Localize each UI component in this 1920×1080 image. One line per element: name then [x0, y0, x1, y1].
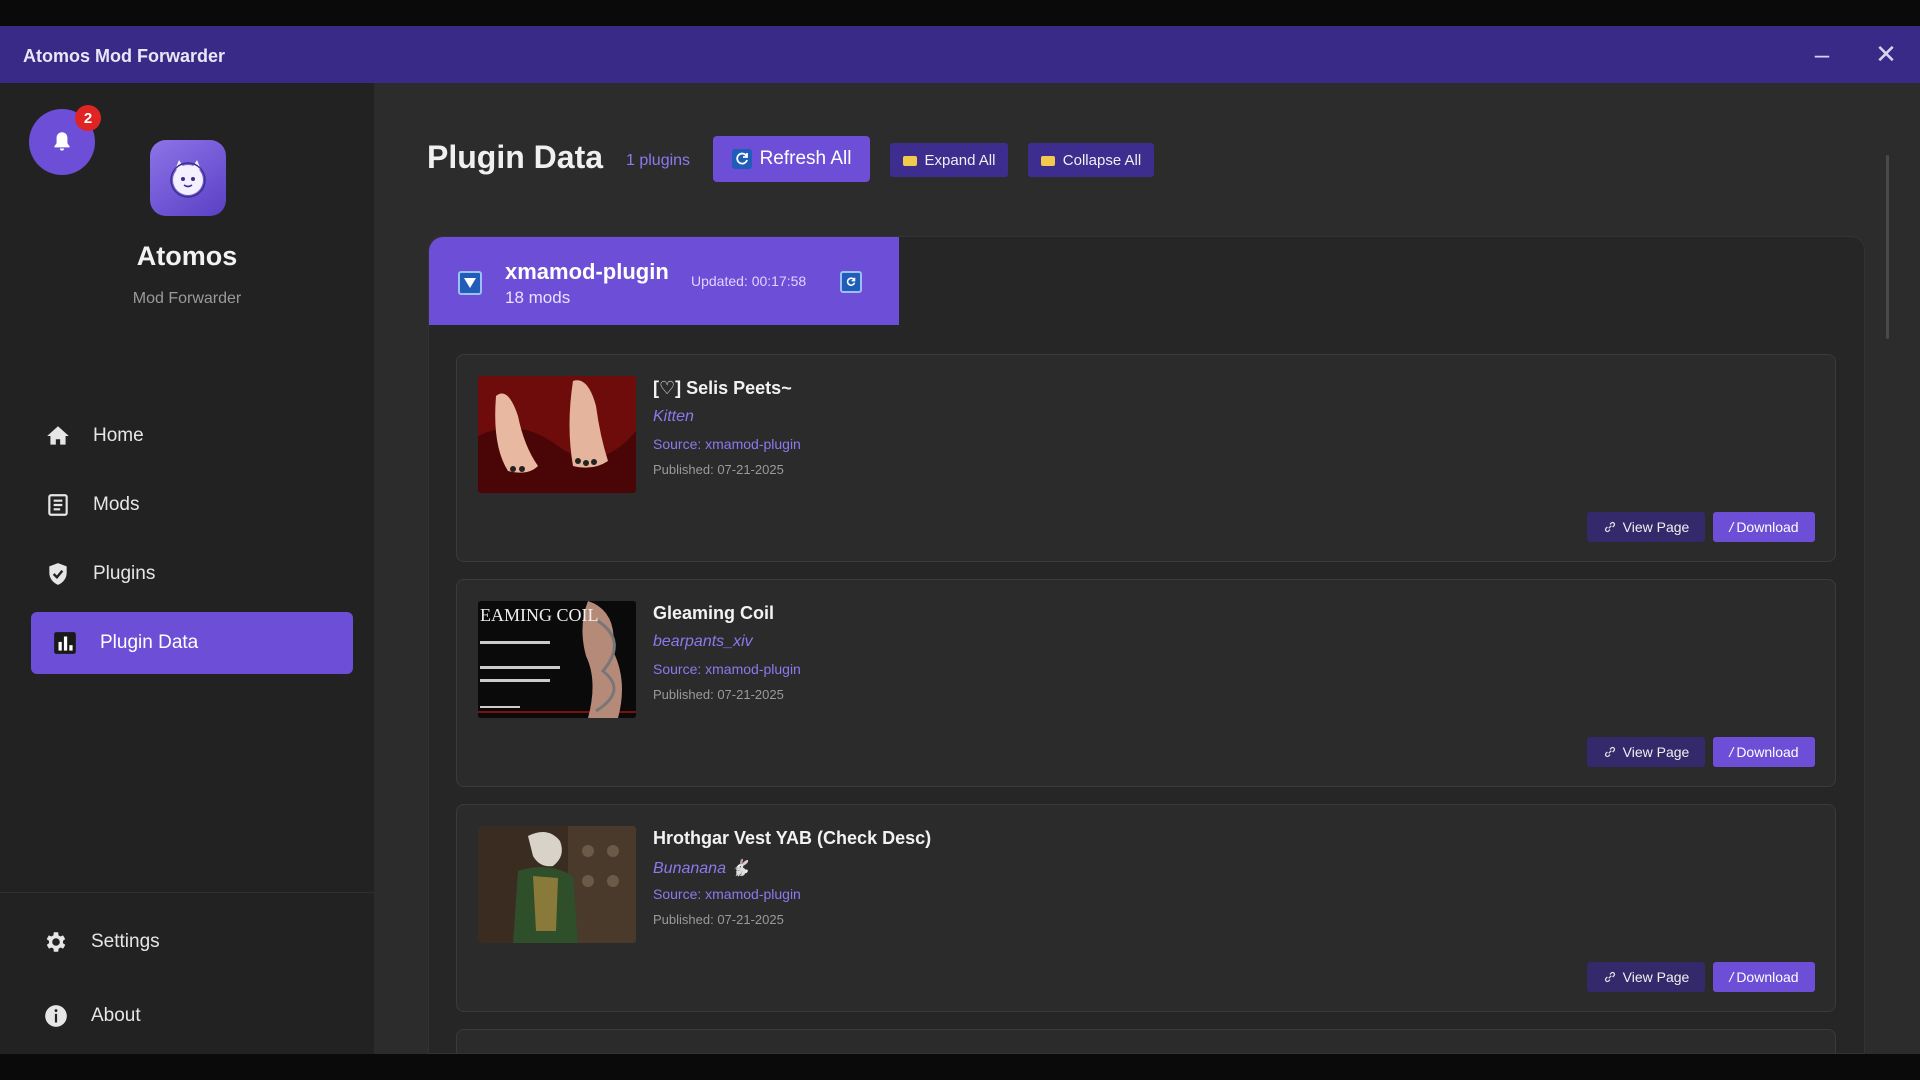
plugin-refresh-button[interactable] — [840, 271, 862, 293]
close-button[interactable]: ✕ — [1866, 34, 1906, 74]
info-icon — [42, 1002, 70, 1030]
mod-source: Source: xmamod-plugin — [653, 661, 801, 677]
view-page-label: View Page — [1622, 519, 1690, 535]
app-logo — [150, 140, 226, 216]
minimize-button[interactable]: – — [1802, 34, 1842, 74]
mod-published-date: Published: 07-21-2025 — [653, 912, 784, 927]
sidebar-item-settings[interactable]: Settings — [29, 911, 351, 973]
mod-card: [♡] Selis Peets~ Kitten Source: xmamod-p… — [456, 354, 1836, 562]
mod-published-date: Published: 07-21-2025 — [653, 687, 784, 702]
sidebar-item-home[interactable]: Home — [31, 405, 353, 467]
mod-thumbnail[interactable] — [478, 376, 636, 493]
expand-all-label: Expand All — [924, 151, 996, 169]
mod-card: EAMING COIL Gleaming Coil bearpants_xiv … — [456, 579, 1836, 787]
app-subtitle: Mod Forwarder — [132, 290, 242, 307]
mod-title: Gleaming Coil — [653, 603, 775, 623]
plugin-updated-time: Updated: 00:17:58 — [691, 273, 807, 289]
folder-icon — [902, 156, 917, 166]
shield-check-icon — [44, 560, 72, 588]
download-icon: / — [1729, 969, 1734, 985]
mod-card: Hrothgar Vest YAB (Check Desc) Bunanana … — [456, 804, 1836, 1012]
app-window: Atomos Mod Forwarder – ✕ 2 Atomos Mod Fo… — [0, 26, 1920, 1054]
mod-title: [♡] Selis Peets~ — [653, 378, 792, 398]
bell-icon — [54, 132, 70, 151]
view-page-button[interactable]: View Page — [1587, 737, 1705, 767]
mod-author[interactable]: Bunanana 🐇 — [653, 858, 750, 878]
refresh-icon — [846, 277, 856, 286]
cat-logo-icon — [170, 160, 206, 198]
mod-card — [456, 1029, 1836, 1053]
download-label: Download — [1736, 969, 1799, 985]
sidebar-item-mods[interactable]: Mods — [31, 474, 353, 536]
main-content: Plugin Data 1 plugins Refresh All Expand… — [374, 83, 1920, 1054]
plugin-panel: xmamod-plugin 18 mods Updated: 00:17:58 — [428, 236, 1865, 1054]
app-name: Atomos — [136, 241, 238, 271]
bar-chart-icon — [51, 629, 79, 657]
page-title: Plugin Data — [427, 139, 604, 175]
notification-badge: 2 — [75, 105, 101, 131]
window-title: Atomos Mod Forwarder — [23, 46, 226, 66]
sidebar-item-label: Plugins — [93, 563, 156, 584]
collapse-all-label: Collapse All — [1062, 151, 1142, 169]
refresh-icon — [731, 149, 752, 169]
download-label: Download — [1736, 744, 1799, 760]
view-page-label: View Page — [1622, 744, 1690, 760]
triangle-down-icon — [464, 278, 476, 288]
view-page-label: View Page — [1622, 969, 1690, 985]
link-icon — [1604, 521, 1615, 533]
sidebar-item-label: Settings — [91, 931, 160, 952]
sidebar-divider — [0, 892, 374, 893]
view-page-button[interactable]: View Page — [1587, 512, 1705, 542]
sidebar-item-label: Home — [93, 425, 144, 446]
mod-author[interactable]: bearpants_xiv — [653, 633, 753, 651]
title-bar: Atomos Mod Forwarder – ✕ — [0, 26, 1920, 83]
download-button[interactable]: / Download — [1713, 737, 1815, 767]
mod-thumbnail[interactable]: EAMING COIL — [478, 601, 636, 718]
sidebar-item-plugins[interactable]: Plugins — [31, 543, 353, 605]
document-icon — [44, 491, 72, 519]
mod-source: Source: xmamod-plugin — [653, 436, 801, 452]
folder-icon — [1040, 156, 1055, 166]
sidebar-item-about[interactable]: About — [29, 985, 351, 1047]
sidebar: 2 Atomos Mod Forwarder Home Mods Plugins… — [0, 83, 374, 1054]
plugin-header[interactable]: xmamod-plugin 18 mods Updated: 00:17:58 — [429, 237, 899, 325]
download-button[interactable]: / Download — [1713, 512, 1815, 542]
collapse-toggle-button[interactable] — [458, 271, 482, 295]
mod-title: Hrothgar Vest YAB (Check Desc) — [653, 828, 932, 848]
link-icon — [1604, 746, 1615, 758]
sidebar-item-label: Mods — [93, 494, 140, 515]
gear-icon — [42, 928, 70, 956]
download-button[interactable]: / Download — [1713, 962, 1815, 992]
sidebar-item-label: About — [91, 1005, 141, 1026]
screen-top-edge — [0, 0, 1920, 26]
download-icon: / — [1729, 744, 1734, 760]
sidebar-item-plugin-data[interactable]: Plugin Data — [31, 612, 353, 674]
view-page-button[interactable]: View Page — [1587, 962, 1705, 992]
mod-author[interactable]: Kitten — [653, 408, 694, 426]
collapse-all-button[interactable]: Collapse All — [1028, 143, 1154, 177]
refresh-all-label: Refresh All — [759, 148, 852, 169]
plugin-name: xmamod-plugin — [505, 259, 669, 284]
refresh-all-button[interactable]: Refresh All — [713, 136, 870, 182]
expand-all-button[interactable]: Expand All — [890, 143, 1008, 177]
plugin-mod-count: 18 mods — [505, 288, 571, 307]
plugin-count: 1 plugins — [626, 152, 691, 169]
download-icon: / — [1729, 519, 1734, 535]
home-icon — [44, 422, 72, 450]
minimize-icon: – — [1814, 38, 1830, 69]
close-icon: ✕ — [1875, 38, 1897, 69]
thumbnail-caption: EAMING COIL — [480, 605, 599, 625]
mod-published-date: Published: 07-21-2025 — [653, 462, 784, 477]
scrollbar-thumb[interactable] — [1886, 155, 1889, 339]
screen-bottom-edge — [0, 1054, 1920, 1080]
download-label: Download — [1736, 519, 1799, 535]
sidebar-item-label: Plugin Data — [100, 632, 199, 653]
mod-source: Source: xmamod-plugin — [653, 886, 801, 902]
link-icon — [1604, 971, 1615, 983]
mod-thumbnail[interactable] — [478, 826, 636, 943]
